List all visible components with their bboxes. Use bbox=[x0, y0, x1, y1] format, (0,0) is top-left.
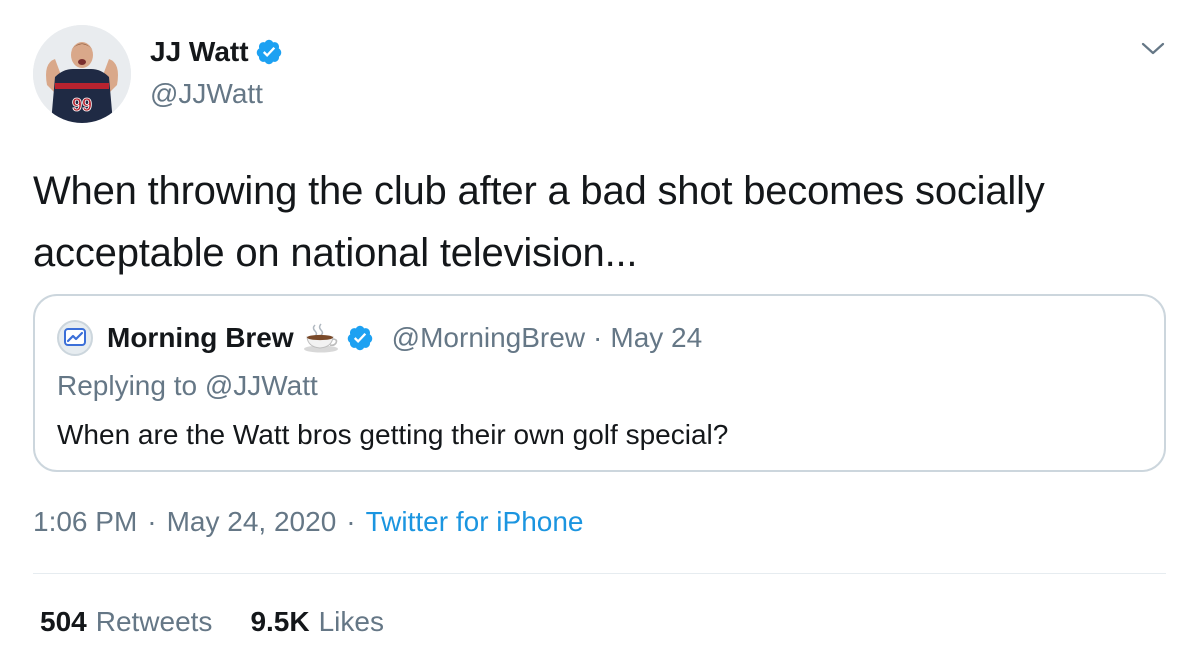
quoted-author-avatar[interactable] bbox=[57, 320, 93, 356]
author-avatar[interactable]: 99 bbox=[33, 25, 131, 123]
likes-count: 9.5K bbox=[250, 606, 310, 637]
tweet-source-link[interactable]: Twitter for iPhone bbox=[366, 506, 584, 538]
coffee-cup-icon bbox=[303, 323, 338, 353]
quoted-verified-badge-icon bbox=[347, 325, 372, 351]
chevron-down-icon[interactable] bbox=[1140, 38, 1166, 60]
svg-text:99: 99 bbox=[72, 95, 92, 115]
meta-separator: · bbox=[346, 506, 356, 537]
quoted-replying-to: Replying to @JJWatt bbox=[57, 370, 318, 401]
tweet-card: 99 JJ Watt @JJWatt When throwing the clu… bbox=[0, 0, 1200, 671]
tweet-stats: 504 Retweets 9.5K Likes bbox=[40, 606, 422, 638]
tweet-time[interactable]: 1:06 PM bbox=[33, 506, 137, 538]
quoted-author-handle[interactable]: @MorningBrew bbox=[392, 322, 585, 354]
tweet-meta: 1:06 PM · May 24, 2020 · Twitter for iPh… bbox=[33, 506, 583, 538]
retweets-count: 504 bbox=[40, 606, 87, 637]
verified-badge-icon bbox=[256, 39, 281, 65]
quoted-tweet-date[interactable]: May 24 bbox=[610, 322, 702, 354]
author-handle[interactable]: @JJWatt bbox=[150, 78, 263, 110]
retweets-label: Retweets bbox=[95, 606, 213, 637]
profile-photo: 99 bbox=[33, 25, 131, 123]
author-display-name[interactable]: JJ Watt bbox=[150, 36, 249, 68]
quoted-tweet-header: Morning Brew @MorningBrew · May 24 bbox=[57, 320, 702, 356]
divider bbox=[33, 573, 1166, 574]
quoted-author-name[interactable]: Morning Brew bbox=[107, 322, 294, 354]
quoted-separator: · bbox=[593, 322, 603, 353]
quoted-tweet[interactable]: Morning Brew @MorningBrew · May 24 Reply… bbox=[33, 294, 1166, 472]
tweet-text: When throwing the club after a bad shot … bbox=[33, 169, 1045, 275]
tweet-date[interactable]: May 24, 2020 bbox=[167, 506, 337, 538]
author-name-row: JJ Watt bbox=[150, 36, 283, 68]
likes-stat[interactable]: 9.5K Likes bbox=[250, 606, 384, 638]
likes-label: Likes bbox=[318, 606, 384, 637]
morning-brew-logo-icon bbox=[64, 328, 86, 346]
meta-separator: · bbox=[147, 506, 157, 537]
retweets-stat[interactable]: 504 Retweets bbox=[40, 606, 212, 638]
quoted-tweet-text: When are the Watt bros getting their own… bbox=[57, 419, 729, 450]
